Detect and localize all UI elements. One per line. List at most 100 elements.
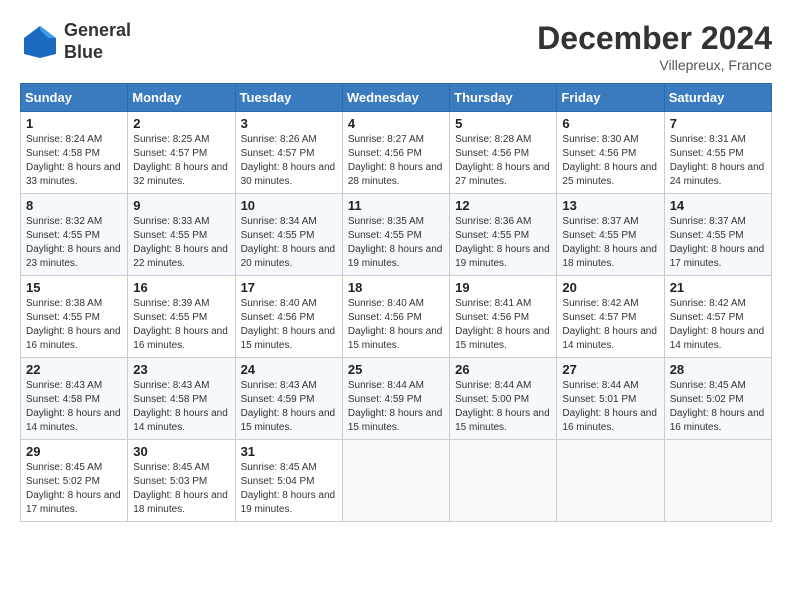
header-sunday: Sunday: [21, 84, 128, 112]
table-row: 4Sunrise: 8:27 AMSunset: 4:56 PMDaylight…: [342, 112, 449, 194]
table-row: 7Sunrise: 8:31 AMSunset: 4:55 PMDaylight…: [664, 112, 771, 194]
day-info: Sunrise: 8:45 AMSunset: 5:03 PMDaylight:…: [133, 461, 229, 517]
day-info: Sunrise: 8:39 AMSunset: 4:55 PMDaylight:…: [133, 297, 229, 353]
calendar-row: 15 Sunrise: 8:38 AMSunset: 4:55 PMDayligh…: [21, 276, 772, 358]
day-number: 26: [455, 362, 551, 377]
day-number: 25: [348, 362, 444, 377]
table-row: 10 Sunrise: 8:34 AMSunset: 4:55 PMDayligh…: [235, 194, 342, 276]
table-row: [342, 440, 449, 522]
weekday-header-row: Sunday Monday Tuesday Wednesday Thursday…: [21, 84, 772, 112]
table-row: [450, 440, 557, 522]
table-row: 29Sunrise: 8:45 AMSunset: 5:02 PMDayligh…: [21, 440, 128, 522]
day-number: 27: [562, 362, 658, 377]
day-number: 15: [26, 280, 122, 295]
day-number: 28: [670, 362, 766, 377]
logo-text: General Blue: [64, 20, 131, 63]
day-info: Sunrise: 8:40 AMSunset: 4:56 PMDaylight:…: [241, 297, 337, 353]
table-row: [557, 440, 664, 522]
calendar: Sunday Monday Tuesday Wednesday Thursday…: [20, 83, 772, 522]
day-info: Sunrise: 8:41 AMSunset: 4:56 PMDaylight:…: [455, 297, 551, 353]
table-row: [664, 440, 771, 522]
table-row: 13Sunrise: 8:37 AMSunset: 4:55 PMDayligh…: [557, 194, 664, 276]
day-info: Sunrise: 8:45 AMSunset: 5:04 PMDaylight:…: [241, 461, 337, 517]
day-number: 16: [133, 280, 229, 295]
day-number: 11: [348, 198, 444, 213]
calendar-row: 1 Sunrise: 8:24 AMSunset: 4:58 PMDaylight…: [21, 112, 772, 194]
table-row: 31 Sunrise: 8:45 AMSunset: 5:04 PMDayligh…: [235, 440, 342, 522]
day-info: Sunrise: 8:38 AMSunset: 4:55 PMDaylight:…: [26, 297, 122, 353]
table-row: 22Sunrise: 8:43 AMSunset: 4:58 PMDayligh…: [21, 358, 128, 440]
day-number: 8: [26, 198, 122, 213]
table-row: 26Sunrise: 8:44 AMSunset: 5:00 PMDayligh…: [450, 358, 557, 440]
day-info: Sunrise: 8:30 AMSunset: 4:56 PMDaylight:…: [562, 133, 658, 189]
header-friday: Friday: [557, 84, 664, 112]
day-number: 1: [26, 116, 122, 131]
day-number: 21: [670, 280, 766, 295]
day-info: Sunrise: 8:36 AMSunset: 4:55 PMDaylight:…: [455, 215, 551, 271]
day-info: Sunrise: 8:44 AMSunset: 4:59 PMDaylight:…: [348, 379, 444, 435]
day-info: Sunrise: 8:45 AMSunset: 5:02 PMDaylight:…: [670, 379, 766, 435]
header-saturday: Saturday: [664, 84, 771, 112]
day-info: Sunrise: 8:28 AMSunset: 4:56 PMDaylight:…: [455, 133, 551, 189]
day-number: 23: [133, 362, 229, 377]
day-info: Sunrise: 8:35 AMSunset: 4:55 PMDaylight:…: [348, 215, 444, 271]
table-row: 8 Sunrise: 8:32 AMSunset: 4:55 PMDaylight…: [21, 194, 128, 276]
day-number: 10: [241, 198, 337, 213]
day-number: 4: [348, 116, 444, 131]
day-info: Sunrise: 8:34 AMSunset: 4:55 PMDaylight:…: [241, 215, 337, 271]
month-title: December 2024: [537, 20, 772, 57]
table-row: 19Sunrise: 8:41 AMSunset: 4:56 PMDayligh…: [450, 276, 557, 358]
header-wednesday: Wednesday: [342, 84, 449, 112]
day-number: 9: [133, 198, 229, 213]
day-number: 5: [455, 116, 551, 131]
table-row: 18 Sunrise: 8:40 AMSunset: 4:56 PMDayligh…: [342, 276, 449, 358]
table-row: 24Sunrise: 8:43 AMSunset: 4:59 PMDayligh…: [235, 358, 342, 440]
table-row: 6 Sunrise: 8:30 AMSunset: 4:56 PMDaylight…: [557, 112, 664, 194]
table-row: 23 Sunrise: 8:43 AMSunset: 4:58 PMDayligh…: [128, 358, 235, 440]
day-number: 24: [241, 362, 337, 377]
day-info: Sunrise: 8:40 AMSunset: 4:56 PMDaylight:…: [348, 297, 444, 353]
day-info: Sunrise: 8:45 AMSunset: 5:02 PMDaylight:…: [26, 461, 122, 517]
day-info: Sunrise: 8:33 AMSunset: 4:55 PMDaylight:…: [133, 215, 229, 271]
logo-icon: [20, 22, 60, 62]
day-info: Sunrise: 8:37 AMSunset: 4:55 PMDaylight:…: [670, 215, 766, 271]
calendar-row: 29Sunrise: 8:45 AMSunset: 5:02 PMDayligh…: [21, 440, 772, 522]
table-row: 12 Sunrise: 8:36 AMSunset: 4:55 PMDayligh…: [450, 194, 557, 276]
day-number: 30: [133, 444, 229, 459]
table-row: 16 Sunrise: 8:39 AMSunset: 4:55 PMDayligh…: [128, 276, 235, 358]
day-number: 2: [133, 116, 229, 131]
day-number: 13: [562, 198, 658, 213]
calendar-row: 22 Sunrise: 8:43 AMSunset: 4:58 PMDayligh…: [21, 358, 772, 440]
table-row: 5 Sunrise: 8:28 AMSunset: 4:56 PMDaylight…: [450, 112, 557, 194]
table-row: 17Sunrise: 8:40 AMSunset: 4:56 PMDayligh…: [235, 276, 342, 358]
table-row: 21 Sunrise: 8:42 AMSunset: 4:57 PMDayligh…: [664, 276, 771, 358]
header-tuesday: Tuesday: [235, 84, 342, 112]
day-info: Sunrise: 8:24 AMSunset: 4:58 PMDaylight:…: [26, 133, 122, 189]
day-number: 18: [348, 280, 444, 295]
day-number: 31: [241, 444, 337, 459]
day-info: Sunrise: 8:43 AMSunset: 4:58 PMDaylight:…: [133, 379, 229, 435]
day-info: Sunrise: 8:42 AMSunset: 4:57 PMDaylight:…: [562, 297, 658, 353]
day-info: Sunrise: 8:44 AMSunset: 5:01 PMDaylight:…: [562, 379, 658, 435]
header-thursday: Thursday: [450, 84, 557, 112]
day-number: 14: [670, 198, 766, 213]
table-row: 11 Sunrise: 8:35 AMSunset: 4:55 PMDayligh…: [342, 194, 449, 276]
table-row: 1 Sunrise: 8:24 AMSunset: 4:58 PMDaylight…: [21, 112, 128, 194]
table-row: 27 Sunrise: 8:44 AMSunset: 5:01 PMDayligh…: [557, 358, 664, 440]
day-number: 7: [670, 116, 766, 131]
day-info: Sunrise: 8:42 AMSunset: 4:57 PMDaylight:…: [670, 297, 766, 353]
page-header: General Blue December 2024 Villepreux, F…: [20, 20, 772, 73]
table-row: 15 Sunrise: 8:38 AMSunset: 4:55 PMDayligh…: [21, 276, 128, 358]
location: Villepreux, France: [537, 57, 772, 73]
table-row: 3Sunrise: 8:26 AMSunset: 4:57 PMDaylight…: [235, 112, 342, 194]
title-block: December 2024 Villepreux, France: [537, 20, 772, 73]
day-number: 12: [455, 198, 551, 213]
day-number: 3: [241, 116, 337, 131]
table-row: 25 Sunrise: 8:44 AMSunset: 4:59 PMDayligh…: [342, 358, 449, 440]
table-row: 28 Sunrise: 8:45 AMSunset: 5:02 PMDayligh…: [664, 358, 771, 440]
day-number: 20: [562, 280, 658, 295]
day-number: 6: [562, 116, 658, 131]
table-row: 9 Sunrise: 8:33 AMSunset: 4:55 PMDaylight…: [128, 194, 235, 276]
day-number: 22: [26, 362, 122, 377]
day-info: Sunrise: 8:32 AMSunset: 4:55 PMDaylight:…: [26, 215, 122, 271]
